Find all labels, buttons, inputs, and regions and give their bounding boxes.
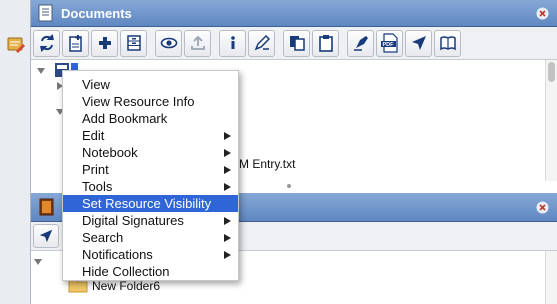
menu-item-digital-signatures[interactable]: Digital Signatures bbox=[63, 212, 238, 229]
left-sidebar-strip bbox=[0, 0, 31, 304]
close-icon[interactable] bbox=[536, 7, 549, 20]
sync-button[interactable] bbox=[33, 29, 60, 57]
collections-scrollbar[interactable] bbox=[545, 251, 557, 304]
submenu-arrow-icon bbox=[224, 166, 231, 174]
sync-icon bbox=[39, 34, 54, 52]
tree-file-label[interactable]: M Entry.txt bbox=[239, 157, 295, 171]
documents-panel-title: Documents bbox=[61, 5, 132, 21]
menu-item-label: Print bbox=[82, 162, 109, 177]
submenu-arrow-icon bbox=[224, 149, 231, 157]
menu-item-label: Search bbox=[82, 230, 124, 245]
menu-item-view-resource-info[interactable]: View Resource Info bbox=[63, 93, 238, 110]
rename-button[interactable] bbox=[248, 29, 275, 57]
menu-item-hide-collection[interactable]: Hide Collection bbox=[63, 263, 238, 280]
menu-item-label: Notifications bbox=[82, 247, 153, 262]
menu-item-label: Hide Collection bbox=[82, 264, 170, 279]
upload-icon bbox=[190, 35, 205, 50]
expand-arrow-icon[interactable] bbox=[34, 259, 42, 265]
submenu-arrow-icon bbox=[224, 132, 231, 140]
menu-item-view[interactable]: View bbox=[63, 76, 238, 93]
info-button[interactable] bbox=[219, 29, 246, 57]
menu-item-label: Add Bookmark bbox=[82, 111, 168, 126]
documents-icon bbox=[38, 4, 53, 22]
book-button[interactable] bbox=[434, 29, 461, 57]
upload-button[interactable] bbox=[184, 29, 211, 57]
menu-item-label: View bbox=[82, 77, 110, 92]
menu-item-tools[interactable]: Tools bbox=[63, 178, 238, 195]
expand-arrow-icon[interactable] bbox=[37, 68, 45, 74]
split-handle[interactable] bbox=[287, 184, 291, 188]
notebook-pen-icon[interactable] bbox=[5, 34, 26, 55]
submenu-arrow-icon bbox=[224, 251, 231, 259]
menu-item-print[interactable]: Print bbox=[63, 161, 238, 178]
new-document-button[interactable] bbox=[62, 29, 89, 57]
add-button[interactable] bbox=[91, 29, 118, 57]
menu-item-add-bookmark[interactable]: Add Bookmark bbox=[63, 110, 238, 127]
navigate-arrow-icon bbox=[39, 229, 53, 243]
menu-item-label: Edit bbox=[82, 128, 105, 143]
plus-icon bbox=[98, 37, 111, 49]
menu-item-set-resource-visibility[interactable]: Set Resource Visibility bbox=[63, 195, 238, 212]
documents-panel-header: Documents bbox=[31, 0, 557, 27]
navigate-button[interactable] bbox=[405, 29, 432, 57]
pen-icon bbox=[254, 34, 270, 51]
close-icon[interactable] bbox=[536, 201, 549, 214]
submenu-arrow-icon bbox=[224, 217, 231, 225]
folder-label[interactable]: New Folder6 bbox=[92, 279, 160, 293]
pdf-button[interactable]: PDF bbox=[376, 29, 403, 57]
cabinet-icon bbox=[126, 35, 141, 51]
navigate-button[interactable] bbox=[33, 224, 59, 248]
documents-scrollbar[interactable] bbox=[545, 60, 557, 181]
pdf-icon: PDF bbox=[380, 33, 398, 53]
sign-button[interactable] bbox=[347, 29, 374, 57]
menu-item-notifications[interactable]: Notifications bbox=[63, 246, 238, 263]
copy-button[interactable] bbox=[283, 29, 310, 57]
svg-text:PDF: PDF bbox=[382, 42, 394, 48]
navigate-arrow-icon bbox=[411, 36, 426, 50]
cabinet-button[interactable] bbox=[120, 29, 147, 57]
book-icon bbox=[439, 36, 456, 51]
menu-item-edit[interactable]: Edit bbox=[63, 127, 238, 144]
submenu-arrow-icon bbox=[224, 234, 231, 242]
menu-item-label: View Resource Info bbox=[82, 94, 195, 109]
info-icon bbox=[230, 36, 235, 49]
new-document-icon bbox=[68, 35, 82, 52]
context-menu: View View Resource Info Add Bookmark Edit No… bbox=[62, 70, 239, 281]
copy-icon bbox=[289, 36, 305, 51]
submenu-arrow-icon bbox=[224, 183, 231, 191]
eye-icon bbox=[160, 37, 177, 49]
documents-scroll-thumb[interactable] bbox=[548, 62, 555, 82]
clipboard-icon bbox=[318, 35, 333, 52]
collections-book-icon bbox=[39, 198, 54, 216]
menu-item-label: Set Resource Visibility bbox=[82, 196, 212, 211]
clipboard-button[interactable] bbox=[312, 29, 339, 57]
fountain-pen-icon bbox=[353, 36, 368, 51]
menu-item-label: Tools bbox=[82, 179, 113, 194]
documents-toolbar: PDF bbox=[31, 27, 557, 60]
menu-item-label: Notebook bbox=[82, 145, 138, 160]
menu-item-label: Digital Signatures bbox=[82, 213, 184, 228]
menu-item-notebook[interactable]: Notebook bbox=[63, 144, 238, 161]
menu-item-search[interactable]: Search bbox=[63, 229, 238, 246]
view-button[interactable] bbox=[155, 29, 182, 57]
